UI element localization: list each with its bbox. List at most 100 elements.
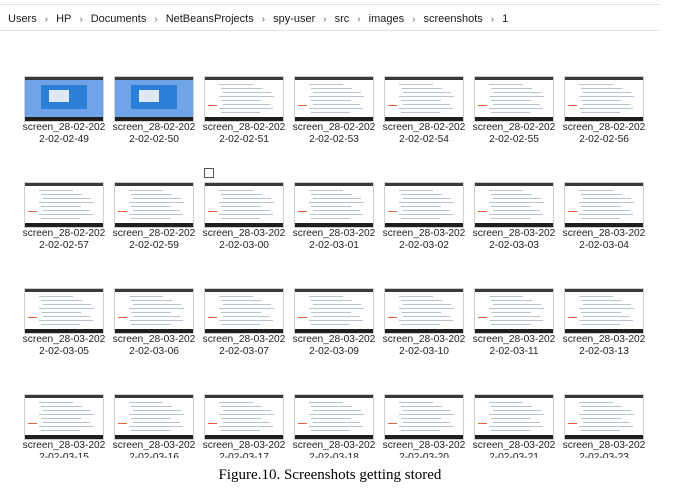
file-name-line: screen_28-02-202 bbox=[22, 228, 106, 239]
image-thumbnail bbox=[474, 288, 554, 334]
file-name-line: 2-02-02-55 bbox=[489, 134, 539, 145]
file-item[interactable]: screen_28-03-202 2-02-03-17 bbox=[200, 390, 288, 458]
file-name: screen_28-03-202 2-02-03-21 bbox=[470, 440, 558, 458]
file-name-line: 2-02-03-17 bbox=[219, 452, 269, 458]
file-item[interactable]: screen_28-03-202 2-02-03-00 bbox=[200, 168, 288, 282]
file-name-line: 2-02-02-53 bbox=[309, 134, 359, 145]
file-name-line: 2-02-03-05 bbox=[39, 346, 89, 357]
file-item[interactable]: screen_28-03-202 2-02-03-07 bbox=[200, 284, 288, 388]
file-name-line: 2-02-02-56 bbox=[579, 134, 629, 145]
file-name-line: 2-02-03-23 bbox=[579, 452, 629, 458]
image-thumbnail bbox=[24, 182, 104, 228]
file-name-line: 2-02-03-13 bbox=[579, 346, 629, 357]
image-thumbnail bbox=[474, 394, 554, 440]
breadcrumb-item[interactable]: images bbox=[369, 13, 404, 25]
file-item[interactable]: screen_28-03-202 2-02-03-06 bbox=[110, 284, 198, 388]
image-thumbnail bbox=[294, 76, 374, 122]
file-name: screen_28-03-202 2-02-03-02 bbox=[380, 228, 468, 252]
file-name-line: screen_28-03-202 bbox=[472, 228, 556, 239]
file-name-line: 2-02-03-02 bbox=[399, 240, 449, 251]
file-name: screen_28-03-202 2-02-03-05 bbox=[20, 334, 108, 358]
file-item[interactable]: screen_28-02-202 2-02-02-57 bbox=[20, 178, 108, 282]
breadcrumb-item[interactable]: NetBeansProjects bbox=[166, 13, 254, 25]
breadcrumb: Users › HP › Documents › NetBeansProjects › spy-… bbox=[8, 13, 508, 25]
chevron-right-icon: › bbox=[79, 13, 83, 25]
file-name: screen_28-02-202 2-02-02-57 bbox=[20, 228, 108, 252]
chevron-right-icon: › bbox=[490, 13, 495, 25]
image-thumbnail bbox=[294, 182, 374, 228]
file-name-line: screen_28-03-202 bbox=[202, 440, 286, 451]
image-thumbnail bbox=[474, 182, 554, 228]
file-name-line: screen_28-03-202 bbox=[382, 228, 466, 239]
file-name-line: screen_28-02-202 bbox=[562, 122, 646, 133]
file-name-line: screen_28-02-202 bbox=[472, 122, 556, 133]
image-thumbnail bbox=[564, 288, 644, 334]
file-name: screen_28-02-202 2-02-02-50 bbox=[110, 122, 198, 146]
file-name: screen_28-02-202 2-02-02-49 bbox=[20, 122, 108, 146]
file-item[interactable]: screen_28-03-202 2-02-03-01 bbox=[290, 178, 378, 282]
file-item[interactable]: screen_28-02-202 2-02-02-51 bbox=[200, 72, 288, 176]
image-thumbnail bbox=[204, 182, 284, 228]
file-name-line: screen_28-03-202 bbox=[562, 228, 646, 239]
file-name-line: screen_28-03-202 bbox=[22, 334, 106, 345]
file-item[interactable]: screen_28-02-202 2-02-02-54 bbox=[380, 72, 468, 176]
breadcrumb-item[interactable]: spy-user bbox=[273, 13, 315, 25]
file-item[interactable]: screen_28-03-202 2-02-03-02 bbox=[380, 178, 468, 282]
image-thumbnail bbox=[114, 76, 194, 122]
file-name-line: 2-02-03-04 bbox=[579, 240, 629, 251]
breadcrumb-item[interactable]: screenshots bbox=[423, 13, 482, 25]
file-item[interactable]: screen_28-03-202 2-02-03-05 bbox=[20, 284, 108, 388]
file-item[interactable]: screen_28-03-202 2-02-03-15 bbox=[20, 390, 108, 458]
file-item[interactable]: screen_28-03-202 2-02-03-21 bbox=[470, 390, 558, 458]
image-thumbnail bbox=[294, 394, 374, 440]
file-name-line: screen_28-03-202 bbox=[292, 440, 376, 451]
file-item[interactable]: screen_28-03-202 2-02-03-09 bbox=[290, 284, 378, 388]
file-name-line: screen_28-02-202 bbox=[112, 228, 196, 239]
file-item[interactable]: screen_28-03-202 2-02-03-16 bbox=[110, 390, 198, 458]
image-thumbnail bbox=[294, 288, 374, 334]
image-thumbnail bbox=[384, 288, 464, 334]
file-name: screen_28-03-202 2-02-03-20 bbox=[380, 440, 468, 458]
file-name-line: screen_28-03-202 bbox=[202, 334, 286, 345]
file-name-line: screen_28-03-202 bbox=[382, 334, 466, 345]
file-name-line: 2-02-02-57 bbox=[39, 240, 89, 251]
file-name-line: 2-02-02-59 bbox=[129, 240, 179, 251]
file-item[interactable]: screen_28-03-202 2-02-03-03 bbox=[470, 178, 558, 282]
file-name-line: 2-02-03-18 bbox=[309, 452, 359, 458]
image-thumbnail bbox=[564, 394, 644, 440]
file-item[interactable]: screen_28-03-202 2-02-03-20 bbox=[380, 390, 468, 458]
file-name-line: 2-02-03-11 bbox=[489, 346, 539, 357]
breadcrumb-item[interactable]: Documents bbox=[91, 13, 147, 25]
breadcrumb-item[interactable]: src bbox=[335, 13, 350, 25]
image-thumbnail bbox=[24, 288, 104, 334]
file-item[interactable]: screen_28-02-202 2-02-02-59 bbox=[110, 178, 198, 282]
file-item[interactable]: screen_28-03-202 2-02-03-23 bbox=[560, 390, 648, 458]
selection-checkbox[interactable] bbox=[204, 168, 214, 178]
file-item[interactable]: screen_28-03-202 2-02-03-13 bbox=[560, 284, 648, 388]
file-name: screen_28-02-202 2-02-02-53 bbox=[290, 122, 378, 146]
file-name: screen_28-02-202 2-02-02-51 bbox=[200, 122, 288, 146]
breadcrumb-item[interactable]: HP bbox=[56, 13, 71, 25]
breadcrumb-item[interactable]: Users bbox=[8, 13, 37, 25]
file-name: screen_28-03-202 2-02-03-11 bbox=[470, 334, 558, 358]
file-item[interactable]: screen_28-03-202 2-02-03-10 bbox=[380, 284, 468, 388]
image-thumbnail bbox=[564, 76, 644, 122]
file-item[interactable]: screen_28-02-202 2-02-02-53 bbox=[290, 72, 378, 176]
file-item[interactable]: screen_28-02-202 2-02-02-49 bbox=[20, 72, 108, 176]
file-item[interactable]: screen_28-03-202 2-02-03-04 bbox=[560, 178, 648, 282]
file-item[interactable]: screen_28-03-202 2-02-03-11 bbox=[470, 284, 558, 388]
file-name-line: 2-02-03-20 bbox=[399, 452, 449, 458]
file-item[interactable]: screen_28-03-202 2-02-03-18 bbox=[290, 390, 378, 458]
file-item[interactable]: screen_28-02-202 2-02-02-50 bbox=[110, 72, 198, 176]
file-name-line: 2-02-03-10 bbox=[399, 346, 449, 357]
file-name-line: screen_28-03-202 bbox=[382, 440, 466, 451]
breadcrumb-item[interactable]: 1 bbox=[502, 13, 508, 25]
file-name-line: screen_28-03-202 bbox=[562, 440, 646, 451]
file-name-line: screen_28-03-202 bbox=[112, 334, 196, 345]
file-name-line: 2-02-03-16 bbox=[129, 452, 179, 458]
file-item[interactable]: screen_28-02-202 2-02-02-56 bbox=[560, 72, 648, 176]
image-thumbnail bbox=[204, 76, 284, 122]
file-name: screen_28-02-202 2-02-02-55 bbox=[470, 122, 558, 146]
file-item[interactable]: screen_28-02-202 2-02-02-55 bbox=[470, 72, 558, 176]
image-thumbnail bbox=[114, 288, 194, 334]
